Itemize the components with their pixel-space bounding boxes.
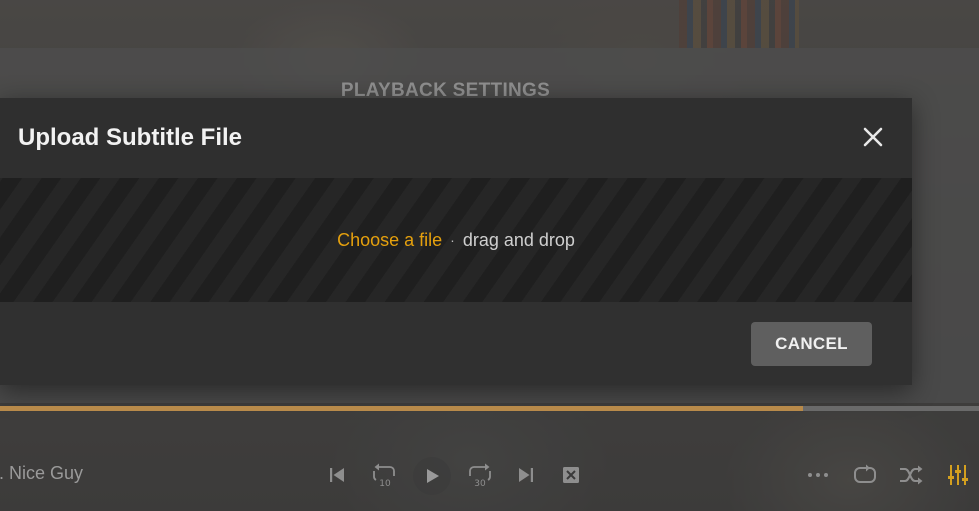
dropzone-text: Choose a file · drag and drop xyxy=(337,230,575,251)
play-button[interactable] xyxy=(413,457,451,495)
upload-subtitle-modal: Upload Subtitle File Choose a file · dra… xyxy=(0,98,912,385)
forward-30-icon: 30 xyxy=(469,463,491,488)
skip-next-icon xyxy=(519,468,533,482)
forward-30-button[interactable]: 30 xyxy=(466,461,494,489)
media-title[interactable]: r. Nice Guy xyxy=(0,463,83,484)
replay-10-label: 10 xyxy=(379,479,391,488)
file-dropzone[interactable]: Choose a file · drag and drop xyxy=(0,178,912,302)
stop-button[interactable] xyxy=(557,461,585,489)
close-icon xyxy=(863,127,883,147)
skip-previous-button[interactable] xyxy=(323,461,351,489)
stop-icon xyxy=(563,467,579,483)
dropzone-separator: · xyxy=(450,232,455,248)
more-options-button[interactable] xyxy=(804,461,832,489)
play-icon xyxy=(427,469,439,483)
shuffle-button[interactable] xyxy=(897,461,925,489)
replay-10-icon: 10 xyxy=(373,463,395,488)
cancel-button[interactable]: CANCEL xyxy=(751,322,872,366)
drag-and-drop-label: drag and drop xyxy=(462,229,575,250)
repeat-button[interactable] xyxy=(851,461,879,489)
skip-next-button[interactable] xyxy=(512,461,540,489)
repeat-icon xyxy=(854,464,876,483)
more-icon xyxy=(808,473,828,477)
choose-file-link[interactable]: Choose a file xyxy=(337,230,442,251)
modal-title: Upload Subtitle File xyxy=(18,124,243,151)
forward-30-label: 30 xyxy=(474,479,486,488)
skip-previous-icon xyxy=(330,468,344,482)
close-button[interactable] xyxy=(858,122,888,152)
player-control-bar: r. Nice Guy 10 30 xyxy=(0,411,979,511)
shuffle-icon xyxy=(900,465,923,485)
modal-footer: CANCEL xyxy=(0,302,912,385)
replay-10-button[interactable]: 10 xyxy=(370,461,398,489)
audio-settings-button[interactable] xyxy=(944,461,972,489)
modal-header: Upload Subtitle File xyxy=(0,98,912,178)
equalizer-icon xyxy=(948,465,968,485)
